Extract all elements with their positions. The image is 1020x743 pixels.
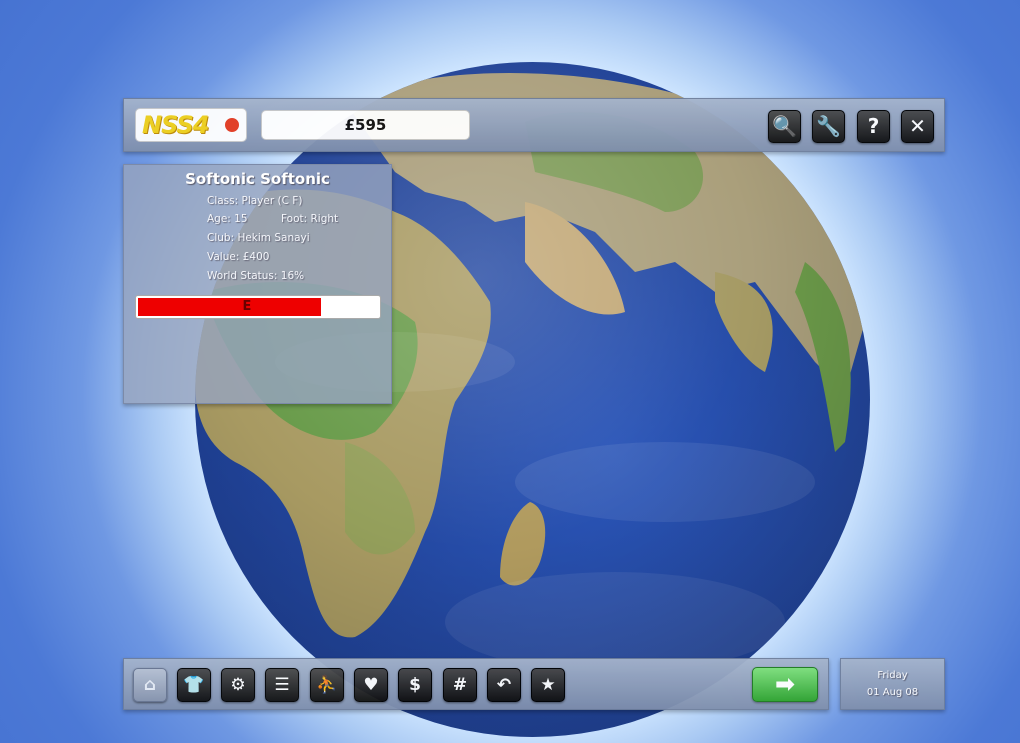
player-world-status: World Status: 16% <box>207 270 305 282</box>
list-button[interactable]: ☰ <box>265 668 299 702</box>
continue-button[interactable]: ➡ <box>752 667 818 702</box>
finance-button[interactable]: $ <box>398 668 432 702</box>
star-icon: ★ <box>540 675 556 695</box>
close-button[interactable]: ✕ <box>901 110 934 143</box>
favorites-button[interactable]: ★ <box>531 668 565 702</box>
date-value: 01 Aug 08 <box>866 687 919 698</box>
heart-icon: ♥ <box>363 675 379 695</box>
game-logo[interactable]: NSS4 <box>135 108 247 142</box>
list-icon: ☰ <box>274 675 290 695</box>
energy-label: E <box>242 299 252 314</box>
undo-arrow-icon: ↶ <box>496 675 512 695</box>
settings-button[interactable]: 🔧 <box>812 110 845 143</box>
player-age: Age: 15 <box>207 213 248 225</box>
home-button[interactable]: ⌂ <box>133 668 167 702</box>
network-icon: ⚙ <box>230 675 246 695</box>
kit-button[interactable]: 👕 <box>177 668 211 702</box>
shirt-icon: 👕 <box>183 675 205 695</box>
search-icon: 🔍 <box>772 114 797 138</box>
training-icon: ⛹ <box>316 675 338 695</box>
training-button[interactable]: ⛹ <box>310 668 344 702</box>
player-class: Class: Player (C F) <box>207 195 303 207</box>
ball-icon <box>224 117 240 133</box>
stats-button[interactable]: # <box>443 668 477 702</box>
hash-icon: # <box>452 675 468 695</box>
network-button[interactable]: ⚙ <box>221 668 255 702</box>
help-icon: ? <box>867 114 880 138</box>
arrow-right-icon: ➡ <box>774 670 796 698</box>
wrench-icon: 🔧 <box>816 114 841 138</box>
bottom-toolbar: ⌂ 👕 ⚙ ☰ ⛹ ♥ $ # ↶ ★ ➡ <box>123 658 829 710</box>
player-value: Value: £400 <box>207 251 270 263</box>
logo-text: NSS4 <box>142 111 209 139</box>
help-button[interactable]: ? <box>857 110 890 143</box>
transfer-button[interactable]: ↶ <box>487 668 521 702</box>
energy-bar: E <box>135 295 381 319</box>
player-info-panel: Softonic Softonic Class: Player (C F) Ag… <box>123 164 392 404</box>
balance-display: £595 <box>261 110 470 140</box>
player-club: Club: Hekim Sanayi <box>207 232 310 244</box>
search-button[interactable]: 🔍 <box>768 110 801 143</box>
home-icon: ⌂ <box>143 675 157 695</box>
player-foot: Foot: Right <box>281 213 339 225</box>
dollar-icon: $ <box>409 675 421 695</box>
relationship-button[interactable]: ♥ <box>354 668 388 702</box>
close-icon: ✕ <box>909 114 926 138</box>
top-bar: NSS4 £595 🔍 🔧 ? ✕ <box>123 98 945 152</box>
date-day: Friday <box>877 670 908 681</box>
player-name: Softonic Softonic <box>185 170 330 188</box>
date-display: Friday 01 Aug 08 <box>840 658 945 710</box>
